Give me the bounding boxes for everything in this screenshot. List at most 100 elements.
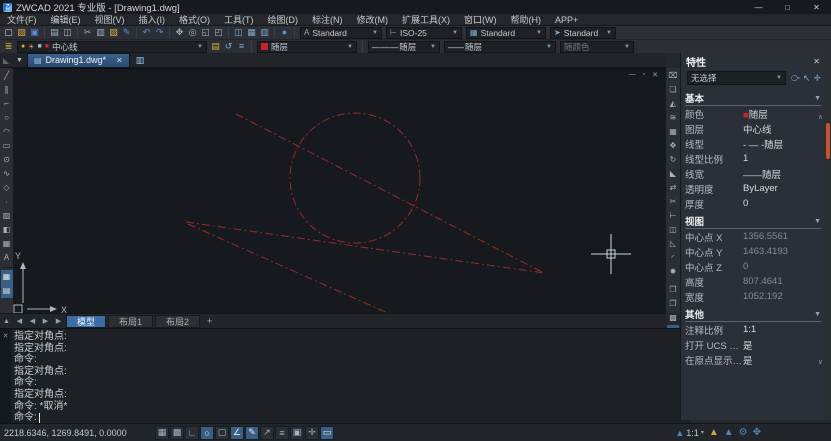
explode-icon[interactable]: ✸ [667,265,679,279]
line-icon[interactable]: ╱ [1,69,13,83]
property-value[interactable]: 807.4641 [743,276,783,287]
copy-icon[interactable]: ❏ [667,83,679,97]
property-row[interactable]: 高度 807.4641 [685,274,821,289]
fullscreen-icon[interactable]: ✥ [753,427,761,438]
chamfer-icon[interactable]: ◺ [667,237,679,251]
rectangle-icon[interactable]: ▭ [1,139,13,153]
command-prompt[interactable]: 命令: [14,412,67,424]
mdi-restore-icon[interactable]: ▫ [643,71,645,79]
arc-icon[interactable]: ◠ [1,125,13,139]
panel-scrollbar[interactable] [825,53,831,420]
rotate-icon[interactable]: ↻ [667,153,679,167]
quick-properties-toggle[interactable]: ✛ [305,426,319,440]
property-row[interactable]: 图层 中心线 [685,121,821,136]
layer-dropdown[interactable]: ●☀■■ 中心线 ▼ [17,41,207,53]
chevron-down-icon[interactable]: ▼ [621,44,630,50]
property-value[interactable]: 中心线 [743,122,772,136]
lineweight-dropdown[interactable]: —— 随层 ▼ [444,41,556,53]
point-icon[interactable]: ∙ [1,195,13,209]
menu-item[interactable]: 文件(F) [0,14,44,26]
property-row[interactable]: 中心点 Y 1463.4193 [685,244,821,259]
transparency-toggle[interactable]: ≡ [275,426,289,440]
array-icon[interactable]: ▦ [667,125,679,139]
property-row[interactable]: 线型 - — -随层 [685,136,821,151]
property-value[interactable]: ■随层 [743,107,768,121]
grid-panel-icon[interactable]: ▦ [1,270,13,284]
layer-manager-icon[interactable]: ≣ [2,41,15,53]
section-header[interactable]: 基本 ▼ [685,91,821,106]
table-icon[interactable]: ▦ [1,237,13,251]
paste-icon[interactable]: ▧ [107,27,120,39]
collapse-icon[interactable]: ▼ [814,218,821,225]
chevron-down-icon[interactable]: ▼ [543,44,552,50]
menu-item[interactable]: 工具(T) [217,14,261,26]
prev-tab-icon[interactable]: ◀ [26,317,39,325]
minimize-button[interactable]: — [744,0,773,14]
undo-icon[interactable]: ↶ [140,27,153,39]
table-style-dropdown[interactable]: ▦ Standard ▼ [466,27,546,39]
tab-list-arrow-icon[interactable]: ▼ [12,57,27,64]
layout-tab[interactable]: 布局1 [108,315,153,328]
property-value[interactable]: ——随层 [743,167,781,181]
osnap-toggle[interactable]: ○ [200,426,214,440]
property-value[interactable]: - — -随层 [743,137,783,151]
text-style-dropdown[interactable]: A Standard ▼ [300,27,382,39]
lineweight-toggle[interactable]: ↗ [260,426,274,440]
chevron-down-icon[interactable]: ▼ [533,30,542,36]
property-row[interactable]: 打开 UCS … 是 [685,337,821,352]
last-tab-icon[interactable]: ▶ [52,317,65,325]
polar-toggle[interactable]: ∠ [230,426,244,440]
dyn-input-toggle[interactable]: ✎ [245,426,259,440]
menu-item[interactable]: 插入(I) [132,14,173,26]
layout-tab[interactable]: 布局2 [155,315,200,328]
layer-color-icon[interactable]: ■ [45,43,49,50]
layer-freeze-icon[interactable]: ☀ [28,43,34,51]
workspace-gear-icon[interactable]: ⚙ [739,427,748,438]
pan-icon[interactable]: ✥ [173,27,186,39]
layer-on-icon[interactable]: ● [21,43,25,50]
document-tab[interactable]: ▤ Drawing1.dwg* ✕ [27,53,130,68]
mdi-close-icon[interactable]: ✕ [652,71,658,79]
property-row[interactable]: 宽度 1052.192 [685,289,821,304]
group-icon[interactable]: ❒ [667,283,679,297]
entity-line-2[interactable] [186,222,544,273]
menu-item[interactable]: 扩展工具(X) [395,14,457,26]
mleader-style-dropdown[interactable]: ➤ Standard ▼ [550,27,616,39]
color-dropdown[interactable]: 随层 ▼ [257,41,357,53]
layout-tab[interactable]: 模型 [66,315,106,328]
match-properties-icon[interactable]: ✎ [120,27,133,39]
chevron-down-icon[interactable]: ▼ [369,30,378,36]
auto-annotate-icon[interactable]: ▲ [724,427,734,438]
erase-icon[interactable]: ⌧ [667,69,679,83]
first-tab-icon[interactable]: ◀ [13,317,26,325]
redraw-icon[interactable]: ● [278,27,291,39]
scroll-up-icon[interactable]: ∧ [818,113,823,121]
zoom-previous-icon[interactable]: ◰ [212,27,225,39]
construction-line-icon[interactable]: ∥ [1,83,13,97]
plot-preview-icon[interactable]: ◫ [61,27,74,39]
close-button[interactable]: ✕ [802,0,831,14]
scroll-down-icon[interactable]: ∨ [818,358,823,366]
property-row[interactable]: 颜色 ■随层 [685,106,821,121]
chevron-down-icon[interactable]: ▼ [344,44,353,50]
chevron-down-icon[interactable]: ▼ [603,30,612,36]
mirror-icon[interactable]: ◭ [667,97,679,111]
chevron-down-icon[interactable]: ▼ [449,30,458,36]
annotation-visibility-icon[interactable]: ▲ [709,427,719,438]
menu-item[interactable]: 视图(V) [88,14,132,26]
menu-item[interactable]: 帮助(H) [504,14,549,26]
linetype-dropdown[interactable]: — — — 随层 ▼ [368,41,440,53]
polyline-icon[interactable]: ⌐ [1,97,13,111]
property-value[interactable]: 1:1 [743,324,756,335]
clean-screen-toggle[interactable]: ▭ [320,426,334,440]
scrollbar-thumb[interactable] [826,123,830,159]
dim-style-dropdown[interactable]: ⊢ ISO-25 ▼ [386,27,462,39]
property-row[interactable]: 在原点显示… 是 [685,352,821,367]
region-icon[interactable]: ◧ [1,223,13,237]
annotation-scale-control[interactable]: ▲ 1:1 ▾ [675,428,703,438]
make-object-layer-current-icon[interactable]: ▤ [209,41,222,53]
selection-cycling-toggle[interactable]: ▣ [290,426,304,440]
otrack-toggle[interactable]: ▢ [215,426,229,440]
snap-panel-icon[interactable]: ▤ [1,284,13,298]
redo-icon[interactable]: ↷ [153,27,166,39]
